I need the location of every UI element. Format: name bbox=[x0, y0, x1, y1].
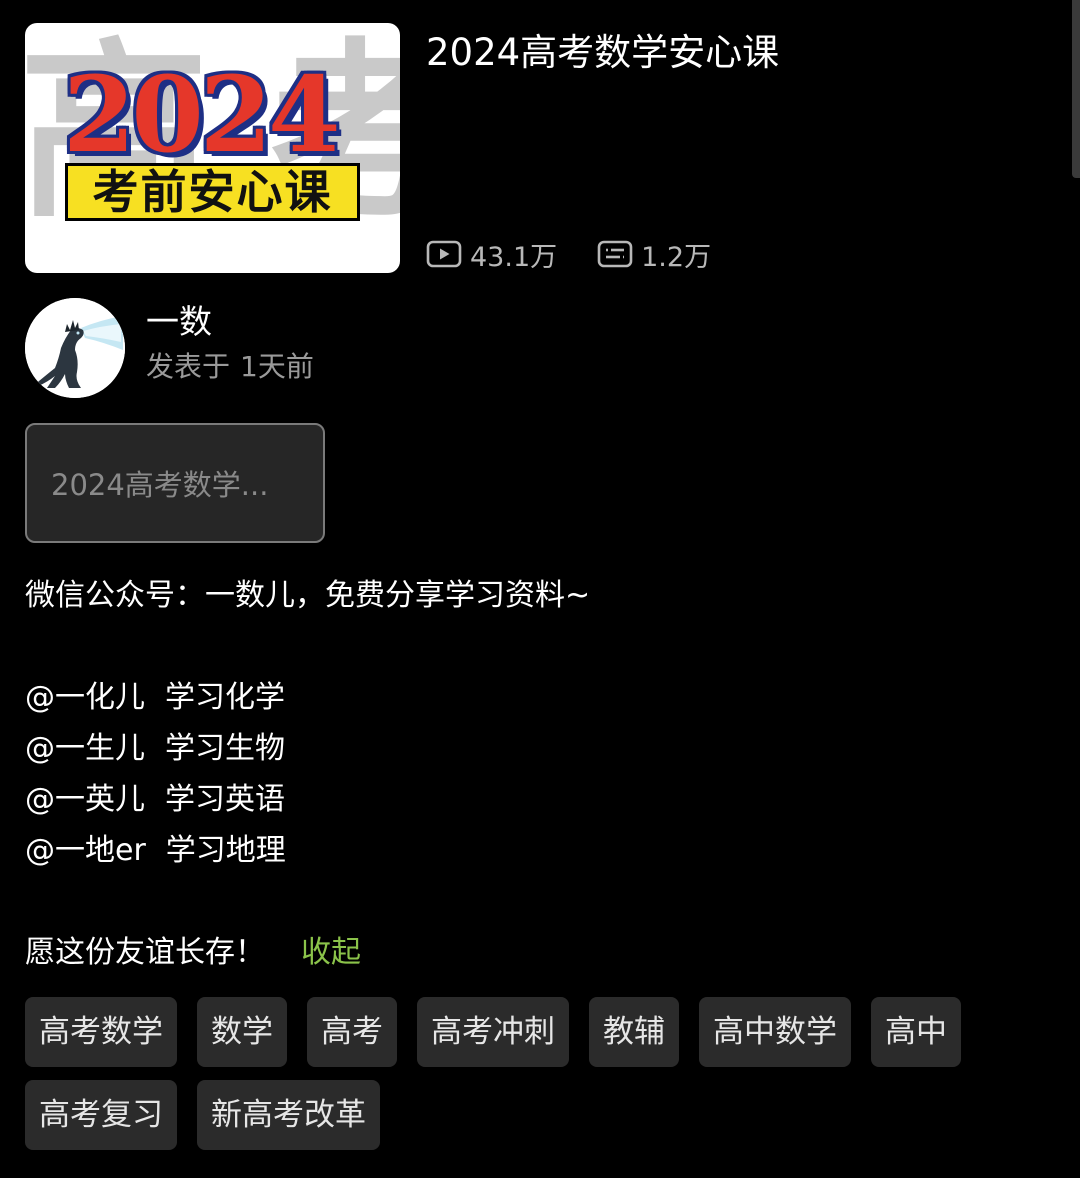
tag-chip[interactable]: 高考 bbox=[307, 997, 397, 1067]
view-count: 43.1万 bbox=[426, 235, 557, 274]
video-title: 2024高考数学安心课 bbox=[426, 31, 780, 74]
mention-handle[interactable]: @一化儿 bbox=[25, 680, 145, 715]
mention-text: 学习化学 bbox=[165, 680, 285, 715]
thumbnail-subtitle-text: 考前安心课 bbox=[92, 165, 333, 219]
tag-chip[interactable]: 高中 bbox=[871, 997, 961, 1067]
tag-chip[interactable]: 数学 bbox=[197, 997, 287, 1067]
play-count-icon bbox=[426, 240, 462, 268]
author-avatar[interactable] bbox=[25, 298, 125, 398]
mention-handle[interactable]: @一英儿 bbox=[25, 782, 145, 817]
danmaku-icon bbox=[597, 240, 633, 268]
mention-handle[interactable]: @一地er bbox=[25, 833, 146, 868]
tag-chip[interactable]: 高中数学 bbox=[699, 997, 851, 1067]
mention-text: 学习英语 bbox=[165, 782, 285, 817]
video-stats: 43.1万 1.2万 bbox=[426, 234, 711, 274]
video-description: 微信公众号：一数儿，免费分享学习资料~ @一化儿 学习化学 @一生儿 学习生物 @一… bbox=[25, 570, 1055, 978]
mention-handle[interactable]: @一生儿 bbox=[25, 731, 145, 766]
description-closing-line: 愿这份友谊长存！ 收起 bbox=[25, 927, 1055, 978]
tag-list: 高考数学 数学 高考 高考冲刺 教辅 高中数学 高中 高考复习 新高考改革 bbox=[25, 997, 1065, 1150]
tag-chip[interactable]: 高考复习 bbox=[25, 1080, 177, 1150]
godzilla-avatar-icon bbox=[25, 298, 125, 398]
mention-line: @一英儿 学习英语 bbox=[25, 774, 1055, 825]
tag-chip[interactable]: 教辅 bbox=[589, 997, 679, 1067]
mention-text: 学习地理 bbox=[165, 833, 286, 868]
thumbnail-subtitle-banner: 考前安心课 bbox=[65, 163, 360, 221]
description-intro: 微信公众号：一数儿，免费分享学习资料~ bbox=[25, 578, 591, 613]
mention-line: @一化儿 学习化学 bbox=[25, 672, 1055, 723]
danmaku-count-value: 1.2万 bbox=[641, 241, 712, 273]
danmaku-count: 1.2万 bbox=[597, 235, 711, 274]
collection-label: 2024高考数学... bbox=[51, 468, 269, 502]
view-count-value: 43.1万 bbox=[470, 241, 558, 273]
tag-chip[interactable]: 新高考改革 bbox=[197, 1080, 380, 1150]
scrollbar-thumb[interactable] bbox=[1072, 0, 1080, 178]
collapse-button[interactable]: 收起 bbox=[301, 935, 361, 970]
video-thumbnail[interactable]: 高考 2024 考前安心课 bbox=[25, 23, 400, 273]
mention-line: @一生儿 学习生物 bbox=[25, 723, 1055, 774]
description-closing: 愿这份友谊长存！ bbox=[25, 935, 265, 970]
mention-line: @一地er 学习地理 bbox=[25, 825, 1055, 876]
mention-text: 学习生物 bbox=[165, 731, 285, 766]
author-name[interactable]: 一数 bbox=[146, 300, 212, 344]
post-time-value: 1天前 bbox=[240, 350, 314, 383]
post-time-label: 发表于 bbox=[146, 350, 231, 383]
tag-chip[interactable]: 高考数学 bbox=[25, 997, 177, 1067]
tag-chip[interactable]: 高考冲刺 bbox=[417, 997, 569, 1067]
thumbnail-year-text: 2024 bbox=[63, 53, 340, 176]
collection-button[interactable]: 2024高考数学... bbox=[25, 423, 325, 543]
post-time: 发表于 1天前 bbox=[146, 348, 314, 386]
